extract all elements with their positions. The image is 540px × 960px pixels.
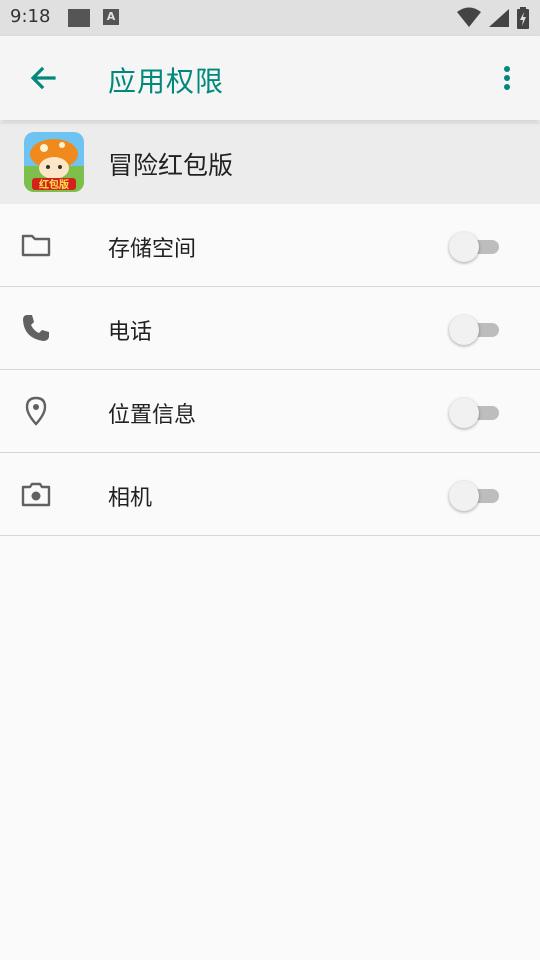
wifi-icon	[456, 7, 481, 27]
status-bar: 9:18 A	[0, 0, 540, 36]
app-icon: 红包版	[24, 132, 84, 192]
toggle-thumb	[449, 315, 479, 345]
app-header: 红包版 冒险红包版	[0, 122, 540, 204]
signal-icon	[488, 9, 509, 27]
permission-toggle[interactable]	[449, 396, 501, 428]
permission-list: 存储空间 电话 位置信息 相机	[0, 204, 540, 536]
permission-label: 存储空间	[108, 237, 197, 262]
permission-row-phone[interactable]: 电话	[0, 287, 540, 370]
permission-row-location[interactable]: 位置信息	[0, 370, 540, 453]
a-icon: A	[103, 9, 119, 25]
square-icon	[68, 9, 90, 27]
toggle-thumb	[449, 398, 479, 428]
more-vert-icon	[504, 66, 510, 90]
camera-icon	[21, 482, 51, 507]
status-right-icons	[456, 7, 530, 29]
permission-toggle[interactable]	[449, 479, 501, 511]
permission-label: 电话	[108, 320, 153, 345]
app-name: 冒险红包版	[108, 151, 234, 180]
permission-label: 相机	[108, 486, 153, 511]
battery-charging-icon	[517, 7, 529, 29]
permission-toggle[interactable]	[449, 230, 501, 262]
phone-icon	[23, 315, 49, 341]
app-icon-text: 红包版	[39, 178, 69, 191]
toggle-thumb	[449, 481, 479, 511]
location-icon	[25, 396, 47, 426]
arrow-back-icon	[30, 66, 56, 90]
permission-row-storage[interactable]: 存储空间	[0, 204, 540, 287]
permission-toggle[interactable]	[449, 313, 501, 345]
more-options-button[interactable]	[492, 56, 522, 100]
status-time: 9:18	[10, 6, 51, 27]
back-button[interactable]	[22, 56, 66, 100]
toggle-thumb	[449, 232, 479, 262]
permission-label: 位置信息	[108, 403, 197, 428]
app-bar: 应用权限	[0, 36, 540, 120]
permission-row-camera[interactable]: 相机	[0, 453, 540, 536]
page-title: 应用权限	[108, 65, 225, 98]
folder-icon	[21, 234, 51, 257]
